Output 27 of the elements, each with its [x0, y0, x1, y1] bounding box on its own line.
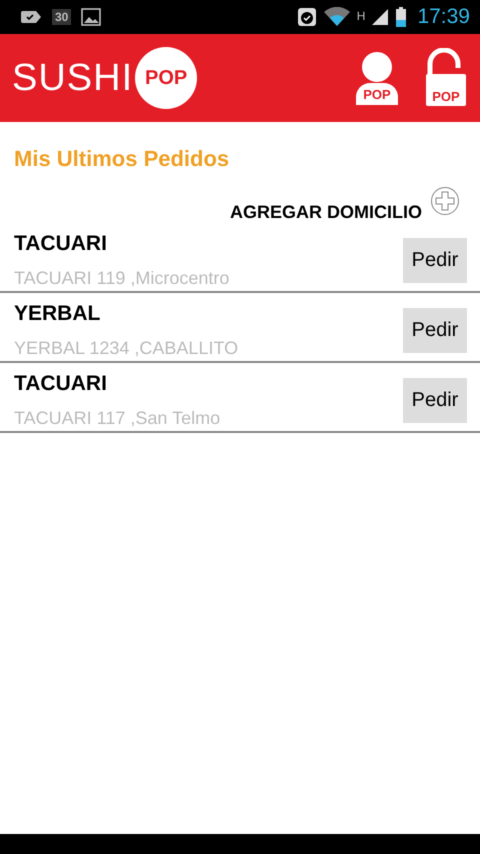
- clock: 17:39: [417, 5, 470, 29]
- battery-icon: [395, 6, 408, 28]
- message-icon: [20, 9, 42, 25]
- section-title: Mis Ultimos Pedidos: [13, 145, 230, 172]
- address-detail: TACUARI 119 ,Microcentro: [14, 268, 230, 288]
- logo-badge: POP: [135, 47, 198, 109]
- order-button[interactable]: Pedir: [403, 378, 467, 422]
- alarm-icon: [296, 7, 317, 27]
- lock-badge: POP: [430, 89, 462, 104]
- address-detail: YERBAL 1234 ,CABALLITO: [14, 338, 238, 358]
- plus-icon[interactable]: [430, 186, 460, 216]
- calendar-badge: 30: [52, 9, 72, 25]
- address-name: TACUARI: [14, 372, 108, 396]
- image-icon: [81, 8, 102, 26]
- address-detail: TACUARI 117 ,San Telmo: [14, 408, 220, 428]
- add-address-button[interactable]: AGREGAR DOMICILIO: [230, 202, 422, 223]
- logout-button[interactable]: POP: [424, 48, 468, 108]
- logo-text: SUSHI: [12, 56, 134, 100]
- order-button[interactable]: Pedir: [403, 308, 467, 352]
- wifi-icon: [322, 7, 351, 27]
- order-button[interactable]: Pedir: [403, 238, 467, 282]
- network-type: H: [356, 9, 366, 23]
- address-name: TACUARI: [14, 232, 108, 256]
- profile-button[interactable]: POP: [354, 50, 400, 106]
- address-name: YERBAL: [14, 302, 102, 326]
- profile-badge: POP: [361, 87, 393, 102]
- signal-icon: [371, 8, 390, 26]
